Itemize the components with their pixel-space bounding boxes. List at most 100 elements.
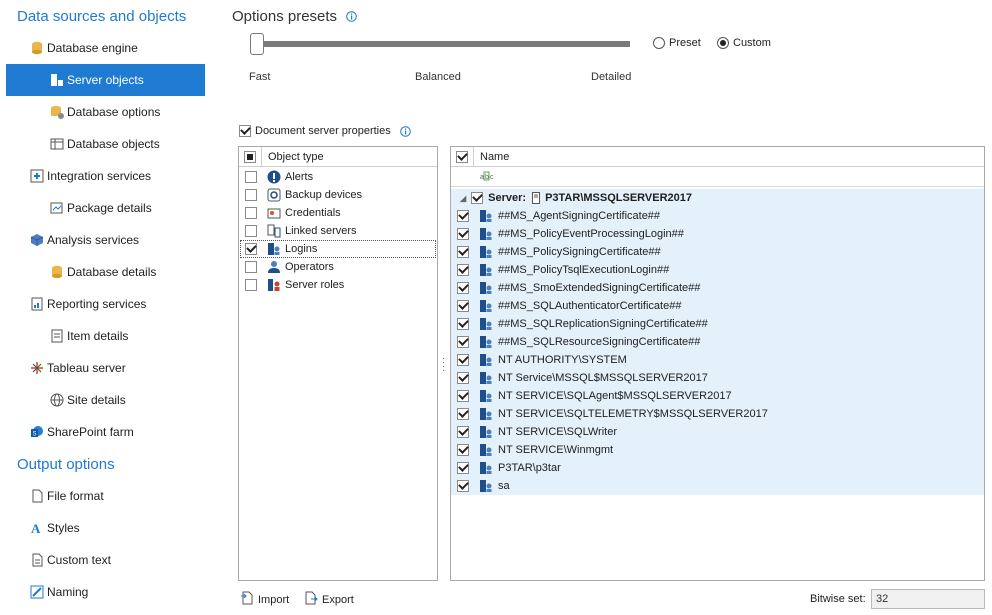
sidebar-item-database-options[interactable]: Database options: [6, 96, 205, 128]
naming-icon: [30, 585, 44, 599]
operator-icon: [267, 260, 281, 274]
row-checkbox[interactable]: [457, 426, 469, 438]
object-row-label: Server roles: [285, 279, 345, 291]
sidebar-item-server-objects[interactable]: Server objects: [6, 64, 205, 96]
sidebar-item-label: SharePoint farm: [47, 425, 134, 439]
sidebar-item-database-details[interactable]: Database details: [6, 256, 205, 288]
import-button[interactable]: Import: [240, 590, 289, 609]
login-row[interactable]: NT SERVICE\SQLAgent$MSSQLSERVER2017: [451, 387, 984, 405]
server-group-row[interactable]: ◢ Server: P3TAR\MSSQLSERVER2017: [451, 189, 984, 207]
row-checkbox[interactable]: [245, 261, 257, 273]
row-checkbox[interactable]: [457, 336, 469, 348]
sidebar-item-reporting-services[interactable]: Reporting services: [6, 288, 205, 320]
login-row[interactable]: NT AUTHORITY\SYSTEM: [451, 351, 984, 369]
select-all-checkbox[interactable]: [456, 150, 468, 163]
login-icon: [479, 281, 493, 295]
sidebar-item-styles[interactable]: A Styles: [6, 512, 205, 544]
preset-radio[interactable]: Preset: [653, 37, 701, 49]
custom-radio[interactable]: Custom: [717, 37, 771, 49]
collapse-triangle-icon[interactable]: ◢: [460, 194, 466, 203]
item-icon: [50, 329, 64, 343]
login-row[interactable]: ##MS_SQLReplicationSigningCertificate##: [451, 315, 984, 333]
pane-splitter[interactable]: · · · ·: [442, 354, 446, 376]
object-row-operators[interactable]: Operators: [239, 258, 437, 276]
login-row[interactable]: ##MS_AgentSigningCertificate##: [451, 207, 984, 225]
sidebar-item-custom-text[interactable]: Custom text: [6, 544, 205, 576]
name-header-label: Name: [480, 150, 510, 163]
row-checkbox[interactable]: [457, 210, 469, 222]
row-checkbox[interactable]: [457, 372, 469, 384]
object-row-credentials[interactable]: Credentials: [239, 204, 437, 222]
row-checkbox[interactable]: [457, 354, 469, 366]
preset-slider-track[interactable]: [258, 41, 630, 47]
row-checkbox[interactable]: [457, 480, 469, 492]
login-row[interactable]: NT SERVICE\SQLWriter: [451, 423, 984, 441]
login-row[interactable]: ##MS_PolicySigningCertificate##: [451, 243, 984, 261]
sidebar-item-label: Analysis services: [47, 233, 140, 247]
login-name: NT SERVICE\Winmgmt: [498, 444, 614, 456]
data-sources-heading: Data sources and objects: [17, 8, 187, 25]
import-label: Import: [258, 593, 290, 606]
login-row[interactable]: NT Service\MSSQL$MSSQLSERVER2017: [451, 369, 984, 387]
login-row[interactable]: ##MS_SQLAuthenticatorCertificate##: [451, 297, 984, 315]
login-row[interactable]: ##MS_PolicyEventProcessingLogin##: [451, 225, 984, 243]
row-checkbox[interactable]: [457, 246, 469, 258]
row-checkbox[interactable]: [245, 279, 257, 291]
bitwise-input[interactable]: [871, 589, 985, 609]
login-row[interactable]: ##MS_SQLResourceSigningCertificate##: [451, 333, 984, 351]
row-checkbox[interactable]: [457, 390, 469, 402]
select-all-checkbox[interactable]: [244, 150, 256, 163]
row-checkbox[interactable]: [457, 318, 469, 330]
row-checkbox[interactable]: [245, 171, 257, 183]
login-row[interactable]: NT SERVICE\SQLTELEMETRY$MSSQLSERVER2017: [451, 405, 984, 423]
row-checkbox[interactable]: [457, 300, 469, 312]
row-checkbox[interactable]: [457, 264, 469, 276]
radio-indicator: [653, 37, 665, 49]
sidebar-item-analysis-services[interactable]: Analysis services: [6, 224, 205, 256]
login-row[interactable]: P3TAR\p3tar: [451, 459, 984, 477]
document-server-properties-checkbox[interactable]: Document server properties: [239, 125, 391, 137]
object-type-pane: Object type Alerts Backup devices Creden…: [238, 146, 438, 581]
sidebar-item-database-objects[interactable]: Database objects: [6, 128, 205, 160]
login-icon: [479, 227, 493, 241]
export-button[interactable]: Export: [304, 590, 354, 609]
sidebar-item-naming[interactable]: Naming: [6, 576, 205, 608]
row-checkbox[interactable]: [457, 228, 469, 240]
sidebar-item-package-details[interactable]: Package details: [6, 192, 205, 224]
sidebar-item-label: Styles: [47, 521, 80, 535]
abc-filter-icon: abc: [480, 171, 494, 183]
object-type-header: Object type: [239, 146, 437, 167]
row-checkbox[interactable]: [457, 444, 469, 456]
sidebar-item-site-details[interactable]: Site details: [6, 384, 205, 416]
sidebar-item-database-engine[interactable]: Database engine: [6, 32, 205, 64]
row-checkbox[interactable]: [245, 225, 257, 237]
row-checkbox[interactable]: [457, 282, 469, 294]
object-row-linked-servers[interactable]: Linked servers: [239, 222, 437, 240]
sidebar-item-sharepoint-farm[interactable]: S SharePoint farm: [6, 416, 205, 448]
info-icon[interactable]: [346, 11, 357, 25]
row-checkbox[interactable]: [245, 189, 257, 201]
row-checkbox[interactable]: [245, 207, 257, 219]
object-row-alerts[interactable]: Alerts: [239, 168, 437, 186]
login-row[interactable]: ##MS_PolicyTsqlExecutionLogin##: [451, 261, 984, 279]
object-row-server-roles[interactable]: Server roles: [239, 276, 437, 294]
sidebar-item-integration-services[interactable]: Integration services: [6, 160, 205, 192]
login-row[interactable]: sa: [451, 477, 984, 495]
filter-row[interactable]: abc: [451, 167, 984, 187]
info-icon[interactable]: [400, 126, 411, 140]
row-checkbox[interactable]: [245, 243, 257, 255]
sidebar-item-item-details[interactable]: Item details: [6, 320, 205, 352]
name-list: ◢ Server: P3TAR\MSSQLSERVER2017 ##MS_Age…: [451, 189, 984, 495]
row-checkbox[interactable]: [457, 408, 469, 420]
object-row-backup-devices[interactable]: Backup devices: [239, 186, 437, 204]
login-row[interactable]: NT SERVICE\Winmgmt: [451, 441, 984, 459]
sidebar-item-tableau-server[interactable]: Tableau server: [6, 352, 205, 384]
server-checkbox[interactable]: [471, 192, 484, 204]
integration-icon: [30, 169, 44, 183]
object-row-logins[interactable]: Logins: [240, 240, 436, 258]
sidebar-item-label: Database engine: [47, 41, 138, 55]
sidebar-item-file-format[interactable]: File format: [6, 480, 205, 512]
row-checkbox[interactable]: [457, 462, 469, 474]
preset-slider-thumb[interactable]: [250, 33, 264, 55]
login-row[interactable]: ##MS_SmoExtendedSigningCertificate##: [451, 279, 984, 297]
